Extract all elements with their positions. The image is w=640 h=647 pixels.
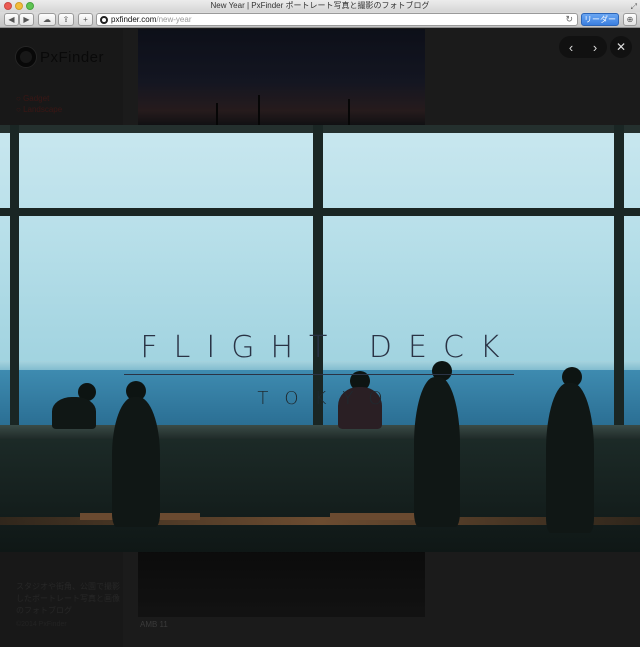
address-bar[interactable]: pxfinder.com/new-year ↻ [96,13,578,26]
zoom-window-button[interactable] [26,2,34,10]
lightbox-nav: ‹ › [559,36,607,58]
reader-button-label: リーダー [584,15,616,24]
forward-button[interactable]: ▶ [19,13,34,26]
downloads-button[interactable]: ⊕ [623,13,637,26]
prev-image-button[interactable]: ‹ [569,40,573,55]
window-titlebar: New Year | PxFinder ポートレート写真と撮影のフォトブログ ⤢ [0,0,640,12]
forward-arrow-icon: ▶ [23,15,30,24]
cloud-icon: ☁ [43,15,51,24]
new-tab-button[interactable]: + [78,13,93,26]
photo-subline: TOKYO [257,388,399,409]
close-window-button[interactable] [4,2,12,10]
back-arrow-icon: ◀ [8,15,15,24]
photo-headline: FLIGHT DECK [140,330,516,365]
share-icon: ⇪ [62,15,70,24]
silhouette-person [112,397,160,527]
reload-icon[interactable]: ↻ [565,14,573,25]
url-path: /new-year [156,15,192,24]
photo-window-ledge [0,425,640,439]
minimize-window-button[interactable] [15,2,23,10]
download-icon: ⊕ [626,15,634,24]
photo-interior [0,439,640,552]
reader-button[interactable]: リーダー [581,13,619,26]
lightbox-photo: FLIGHT DECK TOKYO [0,125,640,552]
window-title: New Year | PxFinder ポートレート写真と撮影のフォトブログ [210,1,430,10]
plus-icon: + [83,15,88,24]
icloud-tabs-button[interactable]: ☁ [38,13,56,26]
share-button[interactable]: ⇪ [58,13,74,26]
back-button[interactable]: ◀ [4,13,19,26]
headline-divider [124,374,514,375]
lightbox-close-button[interactable]: ✕ [610,36,632,58]
close-icon: ✕ [615,40,627,54]
site-favicon-icon [100,16,108,24]
next-image-button[interactable]: › [593,40,597,55]
url-host: pxfinder.com [111,15,157,24]
browser-toolbar: ◀ ▶ ☁ ⇪ + pxfinder.com/new-year ↻ リーダー ⊕ [0,12,640,28]
